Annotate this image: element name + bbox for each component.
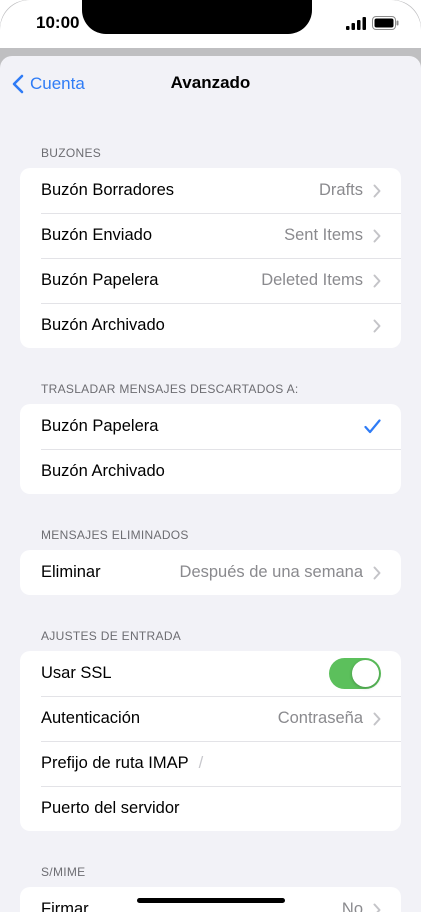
home-indicator[interactable] — [137, 898, 285, 903]
row-label: Buzón Archivado — [41, 316, 165, 334]
row-value-text: Contraseña — [277, 709, 363, 727]
row-label: Buzón Papelera — [41, 271, 159, 289]
status-time: 10:00 — [36, 13, 80, 32]
section-header-trasladar: TRASLADAR MENSAJES DESCARTADOS A: — [41, 382, 299, 396]
device-frame: 10:00 Cuenta Avanzado BUZONES Buzón Borr… — [0, 0, 421, 912]
row-prefijo-imap[interactable]: Prefijo de ruta IMAP / — [20, 741, 401, 786]
row-value: Deleted Items — [261, 271, 381, 290]
row-autenticacion[interactable]: Autenticación Contraseña — [20, 696, 401, 741]
row-buzon-enviado[interactable]: Buzón Enviado Sent Items — [20, 213, 401, 258]
row-value: Drafts — [319, 181, 381, 200]
checkmark-icon — [364, 419, 381, 434]
group-entrada: Usar SSL Autenticación Contraseña Prefij… — [20, 651, 401, 831]
row-value: Después de una semana — [180, 563, 381, 582]
ssl-toggle[interactable] — [329, 658, 381, 689]
row-label: Buzón Archivado — [41, 462, 165, 480]
imap-prefix-input[interactable]: / — [199, 754, 204, 773]
section-header-buzones: BUZONES — [41, 146, 102, 160]
group-eliminados: Eliminar Después de una semana — [20, 550, 401, 595]
toggle-knob — [352, 660, 379, 687]
chevron-right-icon — [373, 184, 381, 197]
row-value-text: Deleted Items — [261, 271, 363, 289]
row-value: No — [342, 900, 381, 912]
row-label: Eliminar — [41, 563, 101, 581]
chevron-right-icon — [373, 712, 381, 725]
row-label: Buzón Borradores — [41, 181, 174, 199]
row-value: Contraseña — [278, 709, 381, 728]
option-buzon-archivado[interactable]: Buzón Archivado — [20, 449, 401, 494]
row-value: Sent Items — [284, 226, 381, 245]
row-buzon-papelera[interactable]: Buzón Papelera Deleted Items — [20, 258, 401, 303]
row-value — [363, 319, 381, 333]
chevron-right-icon — [373, 319, 381, 332]
cellular-signal-icon — [346, 17, 366, 35]
option-buzon-papelera[interactable]: Buzón Papelera — [20, 404, 401, 449]
row-label: Usar SSL — [41, 664, 112, 682]
row-usar-ssl: Usar SSL — [20, 651, 401, 696]
row-label: Firmar — [41, 900, 89, 912]
section-header-eliminados: MENSAJES ELIMINADOS — [41, 528, 189, 542]
advanced-settings-sheet: Cuenta Avanzado BUZONES Buzón Borradores… — [0, 56, 421, 912]
group-trasladar: Buzón Papelera Buzón Archivado — [20, 404, 401, 494]
page-title: Avanzado — [170, 73, 251, 92]
section-header-smime: S/MIME — [41, 865, 86, 879]
row-puerto-servidor[interactable]: Puerto del servidor — [20, 786, 401, 831]
chevron-right-icon — [373, 566, 381, 579]
row-eliminar[interactable]: Eliminar Después de una semana — [20, 550, 401, 595]
row-value-text: Después de una semana — [179, 563, 363, 581]
row-label: Prefijo de ruta IMAP — [41, 754, 189, 772]
row-label: Buzón Papelera — [41, 417, 159, 435]
row-value-text: No — [341, 900, 363, 912]
row-value-text: Sent Items — [284, 226, 363, 244]
row-label: Buzón Enviado — [41, 226, 152, 244]
battery-icon — [372, 16, 399, 35]
row-buzon-borradores[interactable]: Buzón Borradores Drafts — [20, 168, 401, 213]
chevron-right-icon — [373, 903, 381, 912]
row-buzon-archivado[interactable]: Buzón Archivado — [20, 303, 401, 348]
row-value-text: Drafts — [318, 181, 363, 199]
row-label: Puerto del servidor — [41, 799, 180, 817]
row-label: Autenticación — [41, 709, 141, 727]
group-buzones: Buzón Borradores Drafts Buzón Enviado Se… — [20, 168, 401, 348]
navigation-bar: Cuenta Avanzado — [0, 56, 421, 112]
chevron-right-icon — [373, 274, 381, 287]
section-header-entrada: AJUSTES DE ENTRADA — [41, 629, 182, 643]
chevron-right-icon — [373, 229, 381, 242]
device-notch — [82, 0, 312, 34]
